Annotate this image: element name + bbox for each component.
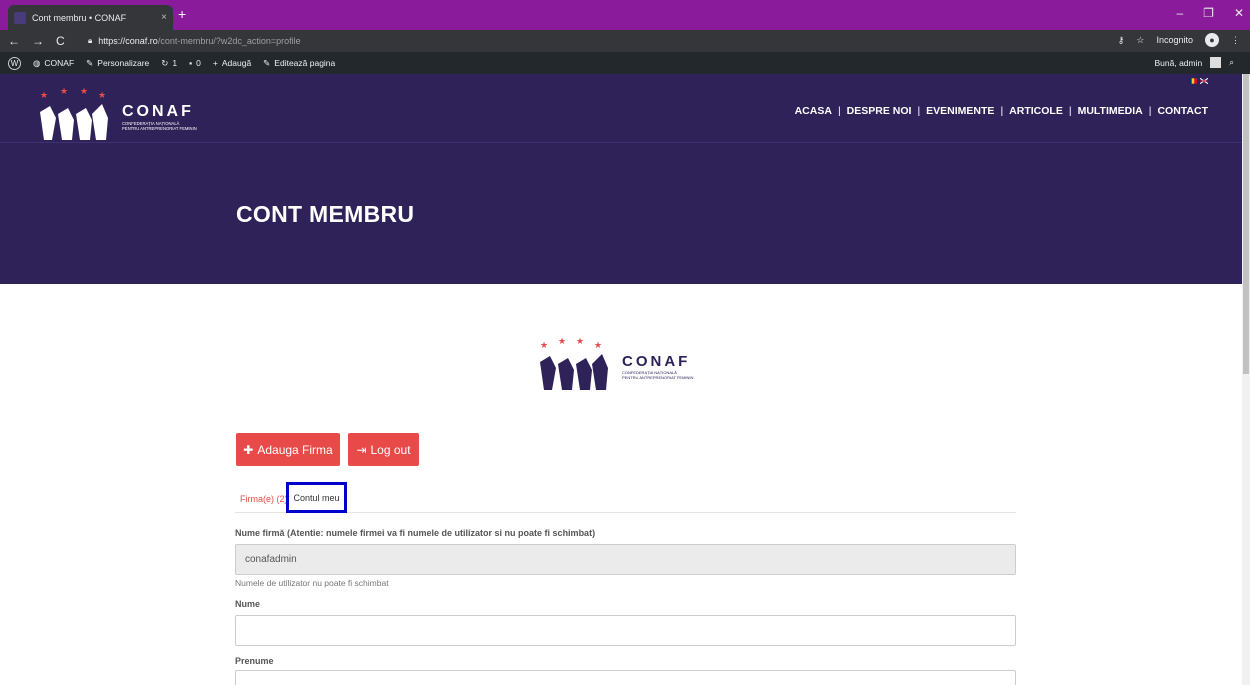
tab-title: Cont membru • CONAF bbox=[32, 12, 127, 23]
star-icon[interactable]: ☆ bbox=[1136, 35, 1144, 46]
first-name-field[interactable] bbox=[235, 670, 1016, 685]
site-header: ★ ★ ★ ★ CONAF CONFEDERAȚIA NAȚIONALĂ PENTRU… bbox=[0, 74, 1242, 142]
company-name-field[interactable]: conafadmin bbox=[235, 544, 1016, 575]
refresh-icon: ↻ bbox=[161, 57, 169, 68]
address-bar: ← → C 🔒︎ https://conaf.ro /cont-membru/?… bbox=[0, 30, 1250, 52]
page-hero: CONT MEMBRU bbox=[0, 142, 1242, 284]
center-logo-name: CONAF bbox=[622, 353, 690, 370]
admin-site-name: CONAF bbox=[44, 58, 75, 68]
svg-text:★: ★ bbox=[80, 86, 88, 96]
add-company-label: Adauga Firma bbox=[257, 442, 333, 457]
wordpress-icon[interactable]: W bbox=[8, 56, 21, 70]
window-controls: – ❐ ✕ bbox=[1176, 6, 1244, 20]
svg-text:★: ★ bbox=[98, 90, 106, 100]
center-logo-line2: PENTRU ANTREPRENORIAT FEMININ bbox=[622, 375, 694, 380]
url-path: /cont-membru/?w2dc_action=profile bbox=[157, 36, 301, 46]
restore-button[interactable]: ❐ bbox=[1203, 6, 1214, 20]
updates-count: 1 bbox=[172, 58, 178, 68]
plus-icon: ✚ bbox=[243, 442, 254, 457]
plus-icon: + bbox=[212, 58, 218, 68]
nav-buttons: ← → C bbox=[8, 34, 88, 48]
svg-text:★: ★ bbox=[60, 86, 68, 96]
incognito-label: Incognito bbox=[1156, 35, 1193, 45]
url-host: https://conaf.ro bbox=[98, 36, 158, 46]
conaf-logo[interactable]: ★ ★ ★ ★ CONAF CONFEDERAȚIA NAȚIONALĂ PENTRU… bbox=[36, 84, 236, 144]
admin-site-link[interactable]: ◍ CONAF bbox=[33, 58, 74, 69]
svg-text:★: ★ bbox=[594, 340, 602, 350]
forward-icon[interactable]: → bbox=[32, 34, 44, 48]
browser-tab[interactable]: Cont membru • CONAF × bbox=[8, 5, 173, 30]
menu-despre-noi[interactable]: DESPRE NOI bbox=[847, 105, 912, 117]
customize-label: Personalizare bbox=[97, 58, 150, 68]
browser-tab-strip: Cont membru • CONAF × + – ❐ ✕ bbox=[0, 0, 1250, 30]
new-content-link[interactable]: + Adaugă bbox=[213, 58, 251, 68]
comment-icon: ▪ bbox=[189, 58, 193, 68]
logo-line2: PENTRU ANTREPRENORIAT FEMININ bbox=[122, 126, 197, 131]
last-name-label: Nume bbox=[235, 599, 261, 609]
logout-icon: ⇥ bbox=[356, 442, 367, 457]
first-name-label: Prenume bbox=[235, 656, 274, 666]
reload-icon[interactable]: C bbox=[56, 34, 65, 48]
admin-greeting[interactable]: Bună, admin bbox=[1155, 58, 1203, 68]
last-name-field[interactable] bbox=[235, 615, 1016, 646]
edit-page-label: Editează pagina bbox=[274, 58, 336, 68]
comments-link[interactable]: ▪ 0 bbox=[189, 58, 201, 68]
new-tab-button[interactable]: + bbox=[178, 6, 186, 22]
edit-page-link[interactable]: ✎ Editează pagina bbox=[263, 58, 335, 69]
flag-uk-icon[interactable] bbox=[1200, 78, 1208, 84]
svg-text:★: ★ bbox=[558, 336, 566, 346]
menu-articole[interactable]: ARTICOLE bbox=[1009, 105, 1063, 117]
back-icon[interactable]: ← bbox=[8, 34, 20, 48]
close-window-button[interactable]: ✕ bbox=[1234, 6, 1244, 20]
minimize-button[interactable]: – bbox=[1176, 6, 1183, 20]
admin-account: Bună, admin ⌕ bbox=[1155, 57, 1234, 68]
page-title: CONT MEMBRU bbox=[236, 201, 415, 227]
scrollbar-thumb[interactable] bbox=[1243, 74, 1249, 374]
profile-tabs: Firma(e) (2) Contul meu bbox=[235, 482, 1016, 513]
comments-count: 0 bbox=[196, 58, 201, 68]
brush-icon: ✎ bbox=[86, 57, 94, 68]
tab-my-account[interactable]: Contul meu bbox=[286, 482, 347, 513]
menu-multimedia[interactable]: MULTIMEDIA bbox=[1078, 105, 1143, 117]
logo-name: CONAF bbox=[122, 103, 194, 120]
address-bar-right: ⚷ ☆ Incognito ● ⋮ bbox=[1118, 33, 1240, 47]
avatar[interactable] bbox=[1210, 57, 1222, 68]
conaf-logo-center: ★ ★ ★ ★ CONAF CONFEDERAȚIA NAȚIONALĂ PENTRU… bbox=[540, 336, 694, 390]
updates-link[interactable]: ↻ 1 bbox=[161, 58, 177, 69]
menu-evenimente[interactable]: EVENIMENTE bbox=[926, 105, 994, 117]
tab-companies[interactable]: Firma(e) (2) bbox=[240, 494, 288, 504]
incognito-icon[interactable]: ● bbox=[1205, 33, 1219, 47]
search-icon[interactable]: ⌕ bbox=[1229, 57, 1234, 68]
svg-text:★: ★ bbox=[576, 336, 584, 346]
menu-acasa[interactable]: ACASA bbox=[795, 105, 832, 117]
favicon-icon bbox=[14, 11, 26, 24]
company-name-help: Numele de utilizator nu poate fi schimba… bbox=[235, 578, 389, 588]
key-icon[interactable]: ⚷ bbox=[1118, 35, 1125, 46]
pencil-icon: ✎ bbox=[263, 57, 271, 68]
svg-text:★: ★ bbox=[540, 340, 548, 350]
menu-contact[interactable]: CONTACT bbox=[1157, 105, 1208, 117]
customize-link[interactable]: ✎ Personalizare bbox=[86, 58, 149, 69]
svg-text:★: ★ bbox=[40, 90, 48, 100]
new-content-label: Adaugă bbox=[221, 58, 252, 68]
logout-label: Log out bbox=[370, 442, 411, 457]
scrollbar[interactable] bbox=[1242, 74, 1250, 685]
wp-admin-bar: W ◍ CONAF ✎ Personalizare ↻ 1 ▪ 0 + Adaugă ✎ E… bbox=[0, 52, 1250, 74]
flag-ro-icon[interactable] bbox=[1189, 78, 1197, 84]
company-name-label: Nume firmă (Atentie: numele firmei va fi… bbox=[235, 528, 596, 538]
dashboard-icon: ◍ bbox=[33, 57, 41, 68]
tab-close-icon[interactable]: × bbox=[161, 12, 167, 23]
language-switcher bbox=[1189, 78, 1208, 84]
url-field[interactable]: 🔒︎ https://conaf.ro /cont-membru/?w2dc_a… bbox=[88, 36, 301, 46]
add-company-button[interactable]: ✚ Adauga Firma bbox=[236, 433, 340, 466]
main-menu: ACASA | DESPRE NOI | EVENIMENTE | ARTICOLE |… bbox=[794, 105, 1208, 117]
lock-icon: 🔒︎ bbox=[88, 36, 93, 45]
menu-dots-icon[interactable]: ⋮ bbox=[1231, 35, 1240, 46]
logout-button[interactable]: ⇥ Log out bbox=[348, 433, 419, 466]
